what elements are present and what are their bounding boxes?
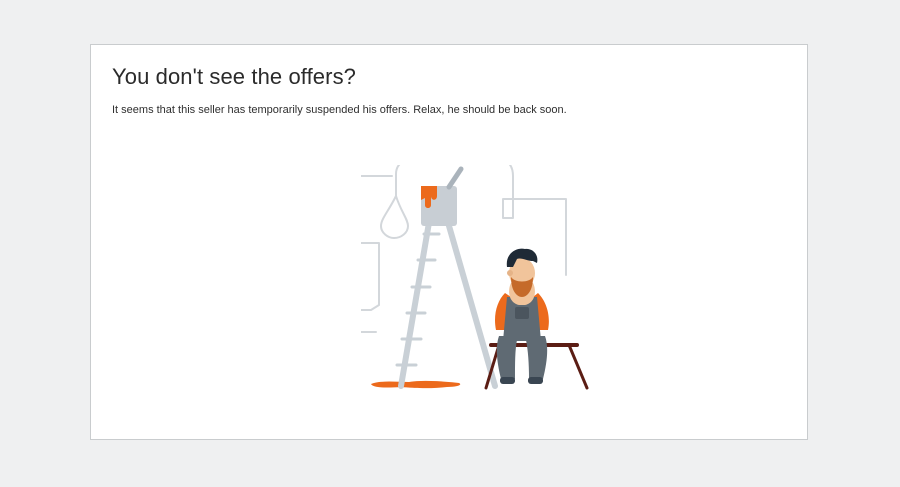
offers-unavailable-card: You don't see the offers? It seems that … (90, 44, 808, 440)
painter-left-shoe (500, 377, 515, 384)
painter-right-shoe (528, 377, 543, 384)
page-title: You don't see the offers? (112, 64, 357, 89)
paint-puddle (371, 380, 461, 389)
ladder (395, 202, 498, 389)
overalls-pocket (515, 307, 529, 319)
drop-outline (380, 195, 409, 239)
notice-message: It seems that this seller has temporaril… (112, 104, 567, 116)
pipe-shape (361, 175, 393, 333)
paint-bucket (421, 166, 464, 226)
painter-legs (496, 336, 548, 379)
painter-ear (507, 270, 513, 276)
painter-illustration (361, 165, 589, 390)
painter (495, 248, 549, 384)
paint-brush-handle (446, 166, 464, 190)
ladder-back-leg (440, 202, 498, 389)
